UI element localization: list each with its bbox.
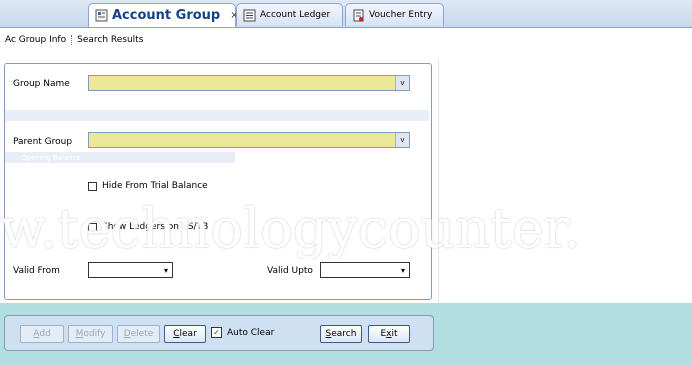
form-subtabs: Ac Group Info Search Results <box>0 28 692 52</box>
modify-button[interactable]: Modify <box>68 325 113 343</box>
chevron-down-icon[interactable]: v <box>395 76 409 90</box>
modify-label: odify <box>83 329 106 339</box>
parent-group-combo[interactable]: v <box>88 132 410 148</box>
document-tab-strip: Account Group × Account Ledger Voucher E… <box>0 0 692 28</box>
search-label: earch <box>331 329 357 339</box>
side-area <box>438 58 692 303</box>
tab-label: Account Ledger <box>260 10 331 20</box>
exit-button[interactable]: Ex it <box>368 325 410 343</box>
auto-clear-label: Auto Clear <box>227 327 275 338</box>
delete-label: elete <box>130 329 154 339</box>
checkbox-box[interactable] <box>88 181 97 191</box>
tab-label: Voucher Entry <box>369 10 433 20</box>
check-icon[interactable]: ✓ <box>211 327 222 338</box>
tab-account-group[interactable]: Account Group × <box>88 3 239 27</box>
search-button[interactable]: Search <box>320 325 362 343</box>
delete-accel: D <box>123 329 131 339</box>
hide-from-trial-balance-label: Hide From Trial Balance <box>102 181 208 191</box>
hide-from-trial-balance-checkbox[interactable]: Hide From Trial Balance <box>88 181 208 191</box>
auto-clear-checkbox[interactable]: ✓ Auto Clear <box>211 327 274 338</box>
subtab-ac-group-info[interactable]: Ac Group Info <box>0 35 73 45</box>
valid-upto-input[interactable]: ▾ <box>320 262 410 278</box>
watermark: w.technologycounter. <box>0 199 581 259</box>
delete-button[interactable]: Delete <box>117 325 160 343</box>
dropdown-arrow-icon[interactable]: ▾ <box>397 263 409 277</box>
action-button-panel: Add Modify Delete Clear ✓ Auto Clear Sea… <box>4 315 434 351</box>
parent-group-label: Parent Group <box>13 137 73 147</box>
tab-voucher-entry[interactable]: Voucher Entry <box>345 3 444 26</box>
voucher-entry-icon <box>352 9 365 22</box>
group-name-label: Group Name <box>13 79 70 89</box>
dropdown-arrow-icon[interactable]: ▾ <box>160 263 172 277</box>
group-name-combo[interactable]: v <box>88 75 410 91</box>
clear-button[interactable]: Clear <box>164 325 206 343</box>
account-group-icon <box>95 9 108 22</box>
valid-from-input[interactable]: ▾ <box>88 262 173 278</box>
subtab-search-results[interactable]: Search Results <box>72 35 148 45</box>
modify-accel: M <box>75 329 84 339</box>
group-form-panel: Group Name v Parent Group v Opening Bala… <box>4 63 432 300</box>
hidden-row-bar <box>5 110 429 121</box>
opening-balance-label: Opening Balance <box>21 154 81 162</box>
clear-label: lear <box>179 329 197 339</box>
add-button[interactable]: Add <box>20 325 64 343</box>
tab-account-ledger[interactable]: Account Ledger <box>236 3 343 26</box>
add-label: dd <box>39 329 51 339</box>
exit-label: it <box>391 329 398 339</box>
account-ledger-icon <box>243 9 256 22</box>
valid-upto-label: Valid Upto <box>267 266 313 276</box>
valid-from-label: Valid From <box>13 266 60 276</box>
chevron-down-icon[interactable]: v <box>395 133 409 147</box>
tab-label: Account Group <box>112 8 221 23</box>
